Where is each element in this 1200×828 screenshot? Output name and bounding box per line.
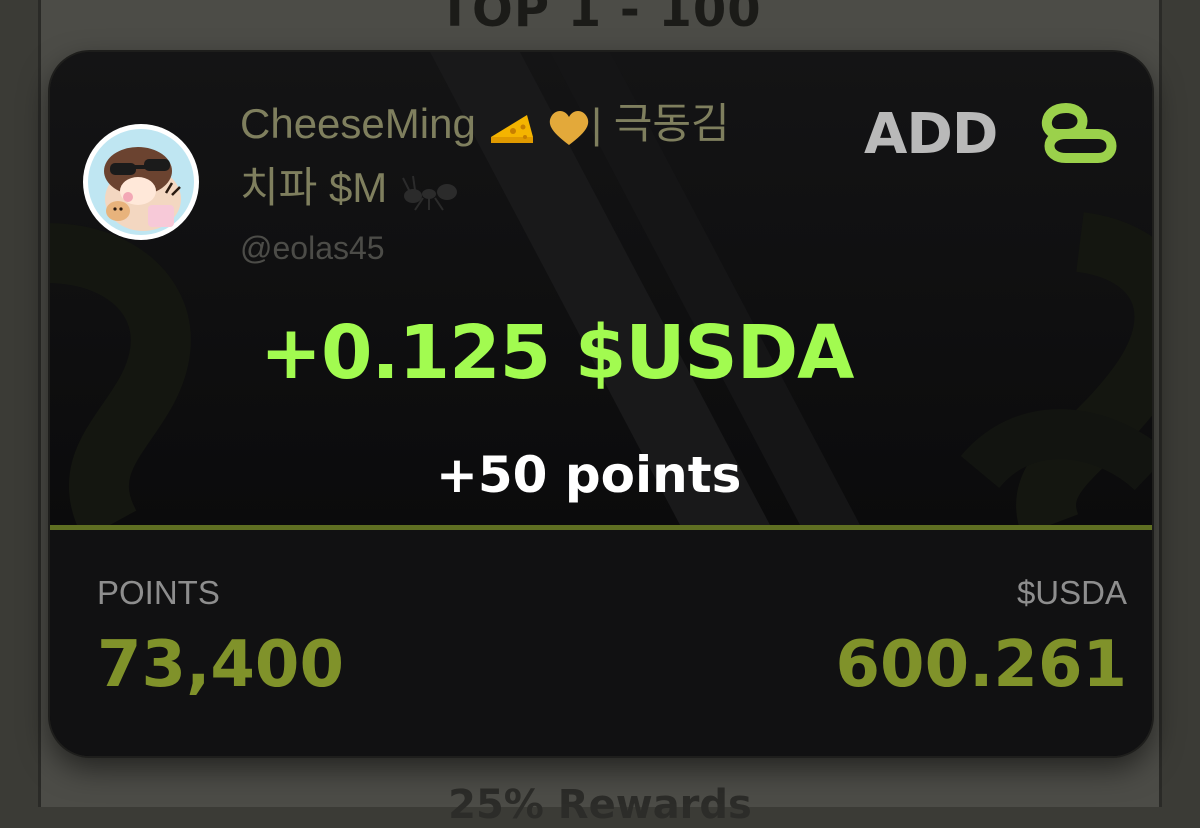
rewards-heading: 25% Rewards — [448, 782, 752, 828]
avatar[interactable] — [83, 124, 199, 240]
avatar-image — [88, 129, 194, 235]
points-earned: +50 points — [436, 446, 742, 504]
infinity-knot-icon — [1041, 103, 1117, 163]
leaderboard-title: TOP 1 - 100 — [438, 0, 762, 38]
points-value: 73,400 — [97, 628, 344, 702]
logo-text: ADD — [864, 102, 998, 167]
display-name-text: CheeseMing — [240, 100, 476, 147]
reward-card: CheeseMing | 극동김 치파 $M @eolas45 ADD +0.1… — [50, 52, 1152, 756]
reward-amount: +0.125 $USDA — [260, 310, 854, 396]
points-label: POINTS — [97, 574, 220, 611]
display-name-suffix: | 극동김 — [591, 100, 730, 147]
brand-logo: ADD — [864, 100, 1124, 170]
usda-value: 600.261 — [835, 628, 1128, 702]
yellow-heart-emoji — [549, 110, 589, 145]
stats-panel: POINTS 73,400 $USDA 600.261 — [50, 530, 1152, 756]
card-header: CheeseMing | 극동김 치파 $M @eolas45 ADD +0.1… — [50, 52, 1152, 525]
cheese-emoji — [491, 114, 534, 143]
display-name-line2: 치파 $M — [240, 164, 388, 211]
user-handle[interactable]: @eolas45 — [240, 230, 385, 267]
usda-label: $USDA — [1016, 574, 1127, 611]
display-name: CheeseMing | 극동김 치파 $M — [240, 92, 860, 220]
ant-emoji — [402, 175, 457, 211]
